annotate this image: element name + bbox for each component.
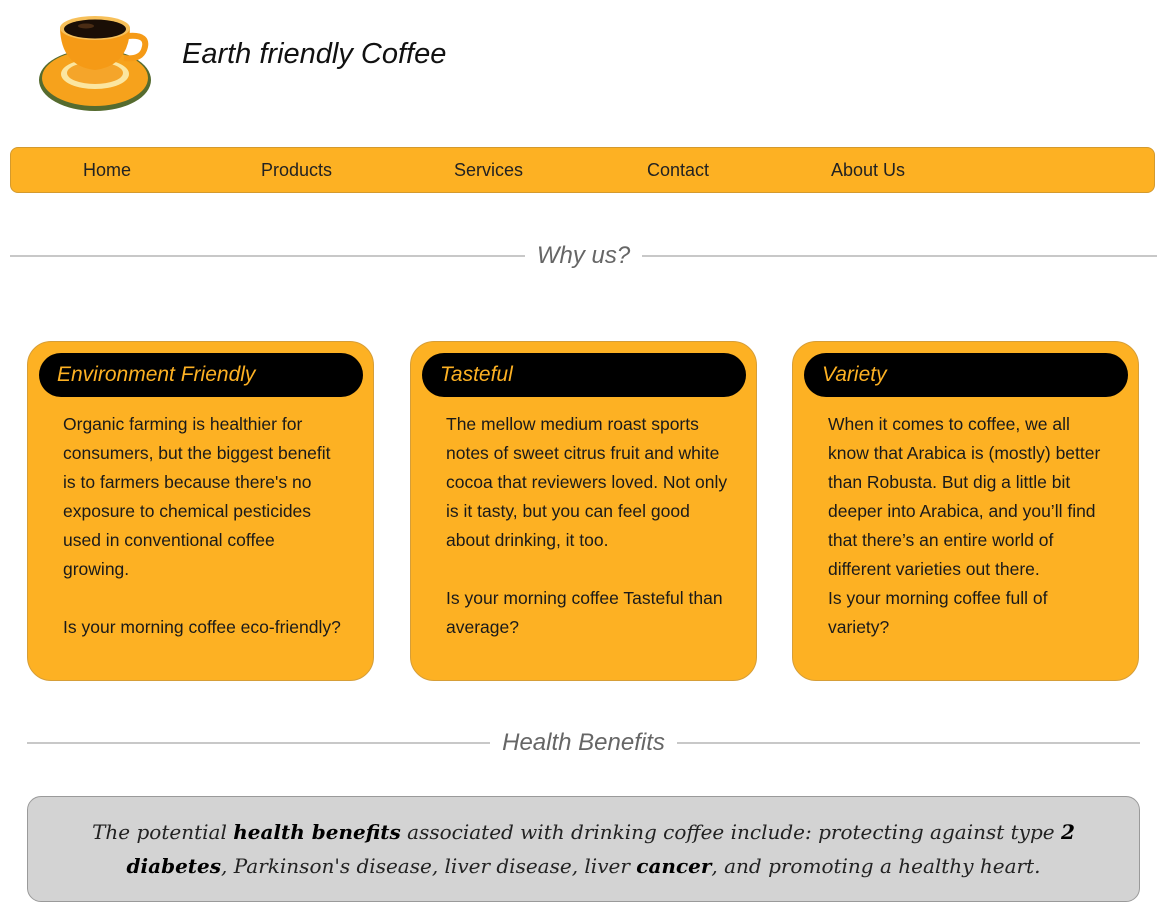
card-description: Organic farming is healthier for consume… bbox=[63, 414, 331, 579]
text-segment: , and promoting a healthy heart. bbox=[711, 854, 1041, 878]
site-title: Earth friendly Coffee bbox=[182, 38, 447, 70]
highlight-health-benefits: health benefits bbox=[233, 820, 401, 844]
card-title: Tasteful bbox=[422, 353, 746, 397]
card-title: Environment Friendly bbox=[39, 353, 363, 397]
card-variety: Variety When it comes to coffee, we all … bbox=[792, 341, 1139, 681]
divider-left bbox=[10, 255, 525, 257]
card-body: When it comes to coffee, we all know tha… bbox=[828, 410, 1110, 642]
health-benefits-box: The potential health benefits associated… bbox=[27, 796, 1140, 902]
nav-home[interactable]: Home bbox=[83, 160, 131, 181]
health-benefits-heading: Health Benefits bbox=[27, 729, 1141, 757]
card-body: The mellow medium roast sports notes of … bbox=[446, 410, 728, 642]
divider-left bbox=[27, 742, 491, 744]
nav-about-us[interactable]: About Us bbox=[831, 160, 905, 181]
card-question: Is your morning coffee eco-friendly? bbox=[63, 617, 341, 637]
divider-right bbox=[642, 255, 1157, 257]
card-description: The mellow medium roast sports notes of … bbox=[446, 414, 728, 550]
text-segment: associated with drinking coffee include:… bbox=[400, 820, 1061, 844]
health-benefits-title: Health Benefits bbox=[502, 729, 665, 756]
main-nav: Home Products Services Contact About Us bbox=[10, 147, 1155, 193]
card-body: Organic farming is healthier for consume… bbox=[63, 410, 345, 642]
card-question: Is your morning coffee full of variety? bbox=[828, 588, 1048, 637]
divider-right bbox=[676, 742, 1141, 744]
why-us-title: Why us? bbox=[536, 242, 631, 269]
site-header: Earth friendly Coffee bbox=[0, 0, 1158, 130]
text-segment: , Parkinson's disease, liver disease, li… bbox=[221, 854, 637, 878]
nav-services[interactable]: Services bbox=[454, 160, 523, 181]
why-us-heading: Why us? bbox=[10, 242, 1157, 270]
card-title: Variety bbox=[804, 353, 1128, 397]
nav-products[interactable]: Products bbox=[261, 160, 332, 181]
health-benefits-text: The potential health benefits associated… bbox=[52, 815, 1115, 883]
card-tasteful: Tasteful The mellow medium roast sports … bbox=[410, 341, 757, 681]
coffee-cup-icon[interactable] bbox=[36, 8, 154, 116]
card-description: When it comes to coffee, we all know tha… bbox=[828, 414, 1101, 579]
highlight-cancer: cancer bbox=[636, 854, 712, 878]
card-question: Is your morning coffee Tasteful than ave… bbox=[446, 588, 723, 637]
card-environment-friendly: Environment Friendly Organic farming is … bbox=[27, 341, 374, 681]
text-segment: The potential bbox=[92, 820, 234, 844]
nav-contact[interactable]: Contact bbox=[647, 160, 709, 181]
